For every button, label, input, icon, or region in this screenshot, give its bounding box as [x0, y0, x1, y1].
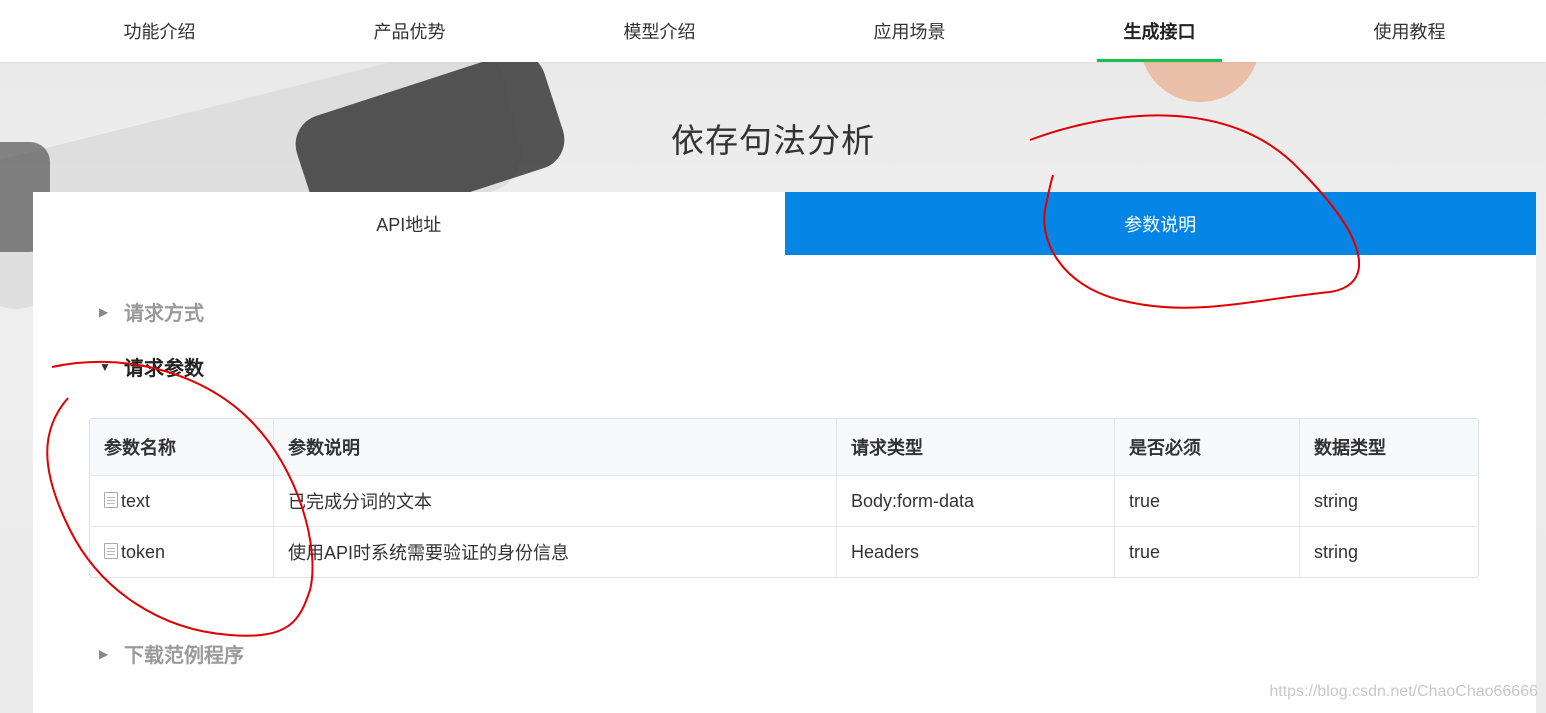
param-req-type-cell: Body:form-data [837, 476, 1115, 527]
section-download-sample[interactable]: ▶ 下载范例程序 [99, 639, 244, 668]
hero-decoration [1140, 62, 1260, 102]
param-req-type-cell: Headers [837, 527, 1115, 577]
nav-item-tutorial[interactable]: 使用教程 [1347, 0, 1472, 62]
tab-bar: API地址 参数说明 [33, 192, 1536, 255]
top-nav: 功能介绍 产品优势 模型介绍 应用场景 生成接口 使用教程 [0, 0, 1546, 62]
param-name: token [121, 541, 166, 562]
param-data-type-cell: string [1314, 541, 1359, 562]
param-desc-cell: 使用API时系统需要验证的身份信息 [274, 527, 837, 577]
col-header-data-type: 数据类型 [1300, 419, 1478, 476]
tab-api-address[interactable]: API地址 [33, 192, 785, 255]
section-request-params[interactable]: ▼ 请求参数 [99, 352, 204, 381]
params-table: 参数名称 参数说明 请求类型 是否必须 数据类型 text 已完成分词的文本 B… [89, 418, 1479, 578]
caret-right-icon: ▶ [99, 304, 109, 319]
param-required-cell: true [1115, 476, 1300, 527]
param-name: text [121, 490, 151, 511]
file-icon [104, 542, 118, 559]
col-header-required: 是否必须 [1115, 419, 1300, 476]
table-row: text 已完成分词的文本 Body:form-data true string [90, 476, 1478, 527]
section-label: 请求参数 [124, 358, 204, 380]
page-title: 依存句法分析 [671, 122, 875, 159]
nav-item-features[interactable]: 功能介绍 [97, 0, 222, 62]
nav-item-advantages[interactable]: 产品优势 [347, 0, 472, 62]
caret-down-icon: ▼ [99, 359, 111, 374]
col-header-desc: 参数说明 [274, 419, 837, 476]
col-header-req-type: 请求类型 [837, 419, 1115, 476]
section-request-method[interactable]: ▶ 请求方式 [99, 297, 204, 326]
section-label: 下载范例程序 [124, 645, 244, 667]
content-card: API地址 参数说明 ▶ 请求方式 ▼ 请求参数 参数名称 参数说明 请求类型 … [33, 192, 1536, 713]
nav-item-model[interactable]: 模型介绍 [597, 0, 722, 62]
watermark: https://blog.csdn.net/ChaoChao66666 [1269, 683, 1538, 700]
param-desc-cell: 已完成分词的文本 [274, 476, 837, 527]
param-data-type-cell: string [1300, 476, 1478, 527]
tab-param-desc[interactable]: 参数说明 [784, 192, 1536, 255]
param-name-cell: text [90, 476, 274, 527]
file-icon [104, 491, 118, 508]
param-name-cell: token [90, 527, 274, 577]
table-row: token 使用API时系统需要验证的身份信息 Headers true str… [90, 527, 1478, 577]
table-header-row: 参数名称 参数说明 请求类型 是否必须 数据类型 [90, 419, 1478, 476]
param-required-cell: true [1115, 527, 1300, 577]
nav-item-generate-api[interactable]: 生成接口 [1097, 0, 1222, 62]
caret-right-icon: ▶ [99, 646, 109, 661]
section-label: 请求方式 [124, 303, 204, 325]
col-header-name: 参数名称 [90, 419, 274, 476]
nav-item-scenarios[interactable]: 应用场景 [847, 0, 972, 62]
